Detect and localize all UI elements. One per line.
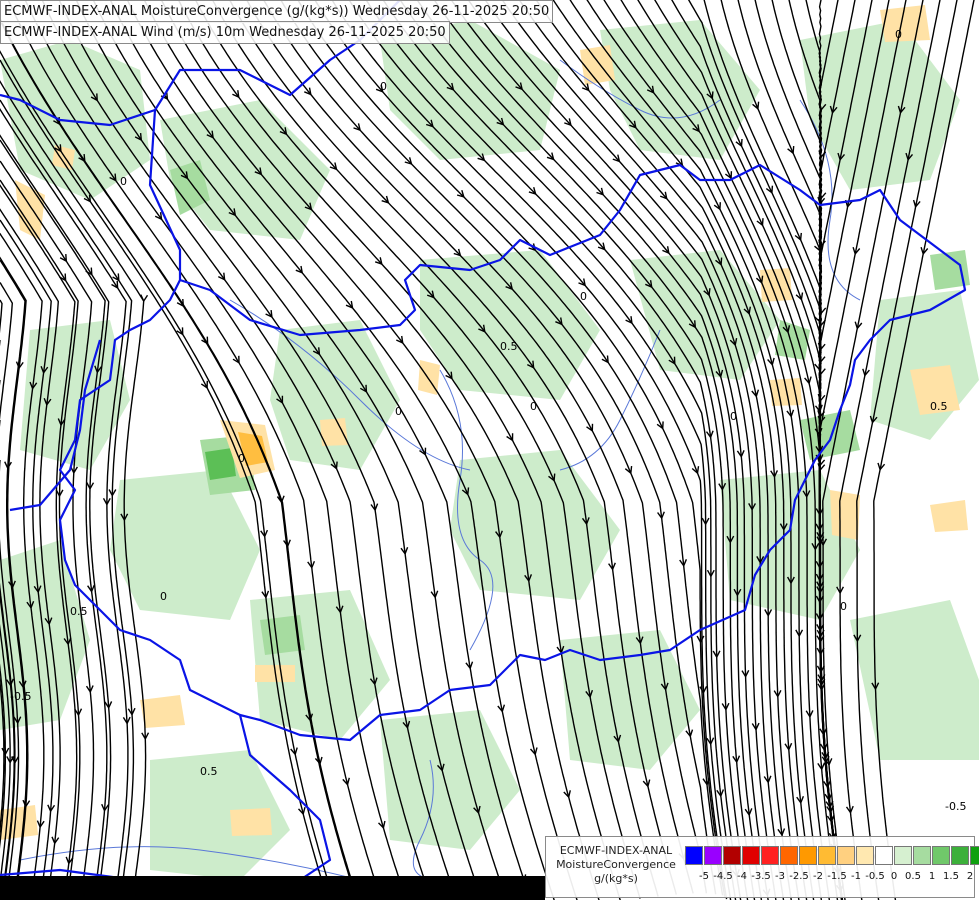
legend-tick: -3 bbox=[775, 871, 785, 882]
title-wind: ECMWF-INDEX-ANAL Wind (m/s) 10m Wednesda… bbox=[0, 21, 450, 44]
title-moisture-convergence: ECMWF-INDEX-ANAL MoistureConvergence (g/… bbox=[0, 0, 554, 23]
legend-title-line: MoistureConvergence bbox=[556, 858, 676, 871]
contour-label: 0 bbox=[895, 28, 902, 41]
legend-swatch bbox=[685, 846, 703, 865]
legend-tick: -3.5 bbox=[751, 871, 771, 882]
legend-tick: -0.5 bbox=[865, 871, 885, 882]
contour-label: 0 bbox=[120, 175, 127, 188]
legend-swatch bbox=[742, 846, 760, 865]
legend-tick: -2 bbox=[813, 871, 823, 882]
contour-label: 0.5 bbox=[70, 605, 88, 618]
legend-colorbar bbox=[685, 846, 979, 865]
legend-swatch bbox=[837, 846, 855, 865]
contour-label: -0.5 bbox=[945, 800, 966, 813]
legend-swatch bbox=[704, 846, 722, 865]
legend-tick: 0 bbox=[890, 871, 898, 882]
convergence-patch bbox=[230, 808, 272, 836]
legend-tick: 0.5 bbox=[905, 871, 921, 882]
convergence-patch bbox=[580, 45, 615, 85]
weather-map: 0 0 0 0.5 0.5 0 -0.5 0 0.5 0 0 0 -0.5 0 0 0.5 bbox=[0, 0, 979, 900]
contour-label: 0.5 bbox=[200, 765, 218, 778]
contour-label: 0 bbox=[160, 590, 167, 603]
convergence-patch bbox=[140, 695, 185, 728]
legend-swatch bbox=[723, 846, 741, 865]
legend-title-line: ECMWF-INDEX-ANAL bbox=[559, 844, 673, 857]
legend-tick: -4 bbox=[737, 871, 747, 882]
legend-title-line: g/(kg*s) bbox=[594, 872, 638, 885]
legend-tick: -1.5 bbox=[827, 871, 847, 882]
legend-swatch bbox=[913, 846, 931, 865]
legend-swatch bbox=[818, 846, 836, 865]
legend-swatch bbox=[970, 846, 979, 865]
legend-swatch bbox=[875, 846, 893, 865]
contour-label: 0 bbox=[380, 80, 387, 93]
legend-ticks: -5 -4.5 -4 -3.5 -3 -2.5 -2 -1.5 -1 -0.5 0 0.5 1 1.5 2 bbox=[676, 871, 976, 885]
legend-panel: ECMWF-INDEX-ANAL MoistureConvergence g/(… bbox=[545, 836, 979, 898]
contour-label: 0 bbox=[730, 410, 737, 423]
convergence-patch bbox=[830, 490, 860, 540]
legend-swatch bbox=[894, 846, 912, 865]
legend-tick: -4.5 bbox=[713, 871, 733, 882]
legend-swatch bbox=[932, 846, 950, 865]
contour-label: 0 bbox=[580, 290, 587, 303]
legend-swatch bbox=[780, 846, 798, 865]
legend-swatch bbox=[799, 846, 817, 865]
convergence-patch bbox=[930, 500, 968, 532]
contour-label: 0 bbox=[238, 452, 245, 465]
legend-swatch bbox=[761, 846, 779, 865]
contour-label: 0.5 bbox=[500, 340, 518, 353]
legend-title: ECMWF-INDEX-ANAL MoistureConvergence g/(… bbox=[548, 844, 684, 886]
legend-swatch bbox=[856, 846, 874, 865]
contour-label: 0 bbox=[840, 600, 847, 613]
legend-tick: -2.5 bbox=[789, 871, 809, 882]
contour-label: 0 bbox=[395, 405, 402, 418]
contour-label: -0.5 bbox=[10, 690, 31, 703]
legend-tick: 1.5 bbox=[943, 871, 959, 882]
legend-swatch bbox=[951, 846, 969, 865]
contour-label: 0 bbox=[530, 400, 537, 413]
legend-tick: 1 bbox=[928, 871, 936, 882]
legend-tick: 2 bbox=[966, 871, 974, 882]
contour-label: 0.5 bbox=[930, 400, 948, 413]
legend-tick: -5 bbox=[699, 871, 709, 882]
legend-tick: -1 bbox=[851, 871, 861, 882]
bottom-band bbox=[0, 876, 545, 900]
